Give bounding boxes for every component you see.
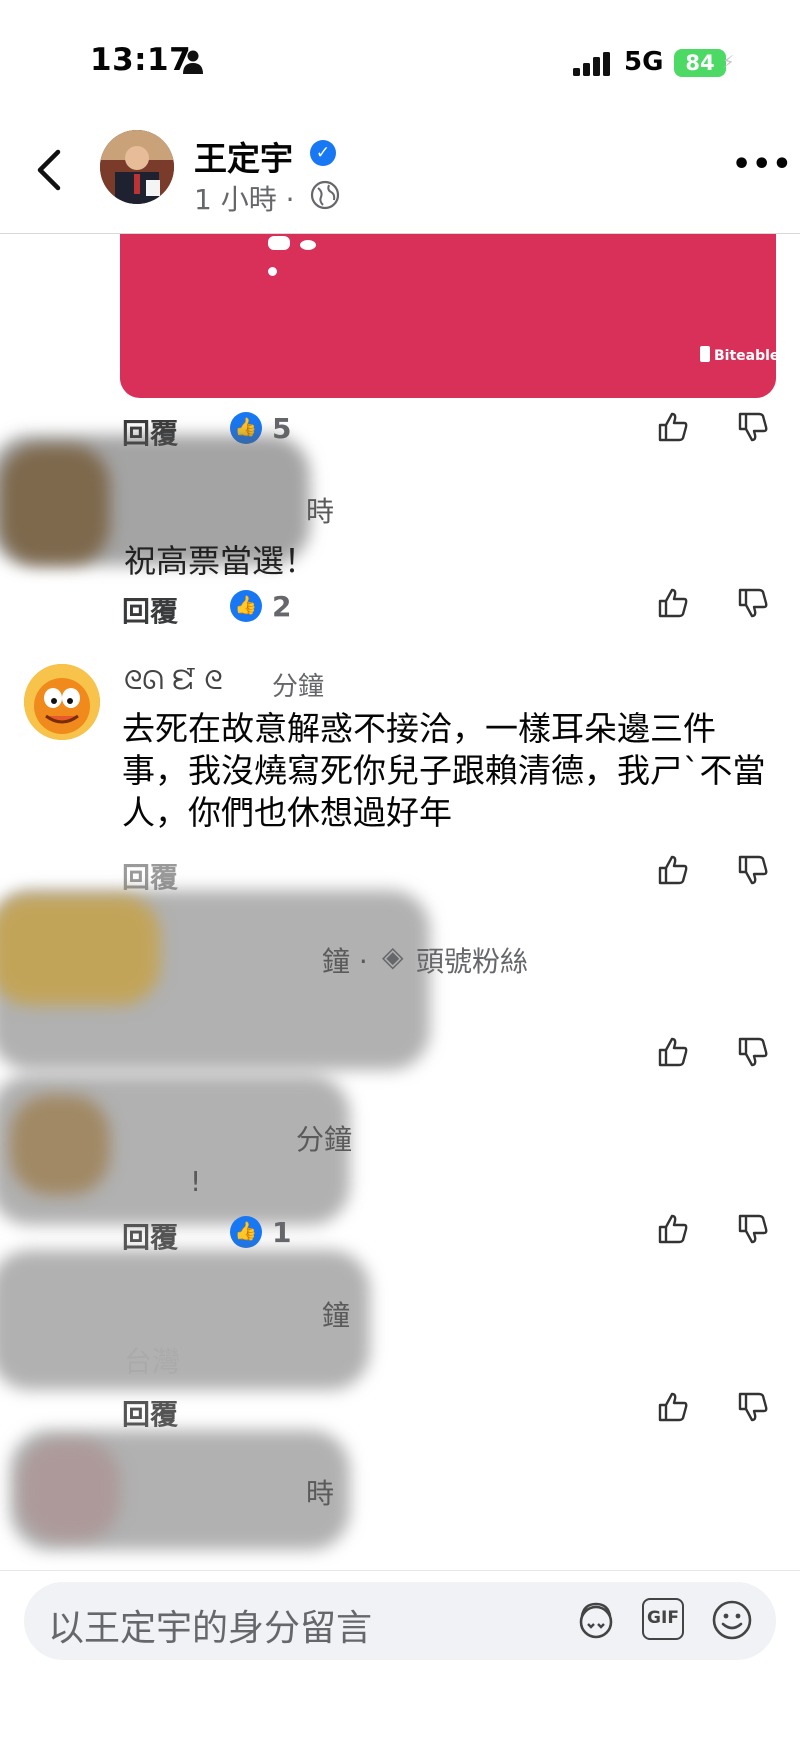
upvote-icon[interactable] <box>656 1035 690 1069</box>
downvote-icon[interactable] <box>736 1035 770 1069</box>
downvote-icon[interactable] <box>736 1212 770 1246</box>
post-author-name[interactable]: 王定宇 <box>194 132 293 180</box>
card-brand-label: Biteable <box>714 348 780 364</box>
comment-input-placeholder[interactable]: 以王定宇的身分留言 <box>48 1599 372 1651</box>
reply-button[interactable]: 回覆 <box>122 1393 178 1433</box>
comment-text: ! <box>190 1165 202 1198</box>
biteable-logo-icon <box>700 346 710 362</box>
diamond-icon: ◈ <box>382 940 404 973</box>
comment-text: 祝高票當選！ <box>124 542 317 580</box>
like-count: 1 <box>272 1216 292 1249</box>
person-indicator-icon <box>183 50 203 74</box>
back-arrow-icon[interactable] <box>34 148 64 192</box>
card-decoration <box>300 240 316 250</box>
composer-divider <box>0 1570 800 1571</box>
upvote-icon[interactable] <box>656 586 690 620</box>
card-decoration <box>268 267 277 276</box>
comment-time: 鐘 <box>322 1299 351 1332</box>
globe-icon <box>310 180 340 210</box>
downvote-icon[interactable] <box>736 410 770 444</box>
post-timestamp: 1 小時 · <box>194 183 295 216</box>
downvote-icon[interactable] <box>736 586 770 620</box>
reply-button[interactable]: 回覆 <box>122 590 178 630</box>
commenter-avatar[interactable] <box>24 664 100 740</box>
charging-icon: ⚡ <box>722 52 735 73</box>
emoji-icon[interactable] <box>710 1598 754 1642</box>
like-count: 2 <box>272 590 292 623</box>
card-decoration <box>268 236 290 250</box>
comment-time: 時 <box>306 495 335 528</box>
comment-time: 分鐘 <box>296 1123 353 1156</box>
comment-text: 去死在故意解惑不接洽，一樣耳朵邊三件事，我沒燒寫死你兒子跟賴清德，我ㄕˋ不當人，… <box>122 709 766 832</box>
more-options-icon[interactable]: ••• <box>732 150 793 180</box>
verified-badge-icon: ✓ <box>310 140 336 166</box>
signal-icon <box>573 52 610 76</box>
network-label: 5G <box>624 47 664 77</box>
comment-time: 時 <box>306 1477 335 1510</box>
commenter-name[interactable]: ᘓᘏ ᘿ ᘓ <box>124 666 223 697</box>
redacted-blur <box>0 445 110 565</box>
downvote-icon[interactable] <box>736 853 770 887</box>
upvote-icon[interactable] <box>656 1390 690 1424</box>
like-reaction-icon: 👍 <box>230 590 262 622</box>
redacted-blur <box>0 895 160 1005</box>
downvote-icon[interactable] <box>736 1390 770 1424</box>
avatar-sticker-icon[interactable] <box>574 1598 618 1642</box>
upvote-icon[interactable] <box>656 410 690 444</box>
upvote-icon[interactable] <box>656 853 690 887</box>
redacted-blur <box>10 1095 110 1195</box>
author-avatar[interactable] <box>100 130 174 204</box>
status-time: 13:17 <box>90 42 192 78</box>
comment-time: 鐘 · <box>322 945 368 978</box>
comment-time: 分鐘 <box>272 672 325 702</box>
embedded-video-card[interactable] <box>120 234 776 398</box>
redacted-blur <box>20 1440 120 1540</box>
upvote-icon[interactable] <box>656 1212 690 1246</box>
top-fan-badge: 頭號粉絲 <box>416 945 529 978</box>
battery-indicator: 84 <box>674 49 726 77</box>
like-reaction-icon: 👍 <box>230 1216 262 1248</box>
comment-text: 台灣 <box>124 1345 181 1378</box>
redacted-blur <box>0 1250 370 1390</box>
gif-button[interactable]: GIF <box>642 1598 684 1640</box>
